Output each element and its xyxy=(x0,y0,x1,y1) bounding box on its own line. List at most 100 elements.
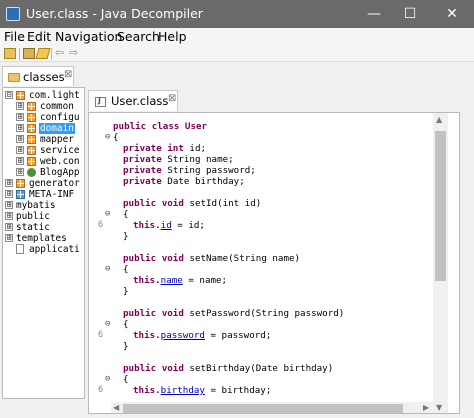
tree-item-label: domain xyxy=(39,123,75,134)
line-number: 6 xyxy=(98,220,104,230)
tab-user-class[interactable]: User.class ⊠ xyxy=(88,90,178,111)
tree-item-mapper[interactable]: ⊞ mapper xyxy=(3,134,84,145)
tree-item-label: META-INF xyxy=(29,189,75,200)
code-editor[interactable]: public class User ⊖ { private int id; pr… xyxy=(88,112,460,414)
tree-item-blogapp[interactable]: ⊞ BlogApp xyxy=(3,167,84,178)
scroll-down-icon[interactable]: ▼ xyxy=(436,403,442,412)
code-text: setName(String name) xyxy=(189,253,301,264)
fold-icon[interactable]: ⊖ xyxy=(105,133,112,142)
tree-item-common[interactable]: ⊞ common xyxy=(3,101,84,112)
code-line: this.birthday = birthday; xyxy=(133,385,271,397)
tab-classes[interactable]: classes ⊠ xyxy=(2,66,74,86)
fold-icon[interactable]: ⊖ xyxy=(105,320,112,329)
close-tab-icon[interactable]: ⊠ xyxy=(168,93,176,104)
tree-item-generator[interactable]: ⊞ generator xyxy=(3,178,84,189)
code-text: = password; xyxy=(204,330,272,341)
toolbar-separator xyxy=(19,48,20,60)
expand-icon[interactable]: ⊞ xyxy=(5,223,13,231)
tree-item-meta-inf[interactable]: ⊞ META-INF xyxy=(3,189,84,200)
expand-icon[interactable]: ⊞ xyxy=(16,168,24,176)
code-keyword: public void xyxy=(123,363,184,374)
forward-icon[interactable]: ⇨ xyxy=(69,47,81,59)
tree-item-domain[interactable]: ⊞ domain xyxy=(3,123,84,134)
open-type-icon[interactable] xyxy=(23,48,35,59)
package-icon xyxy=(16,91,25,100)
code-field: name xyxy=(160,275,183,286)
code-text: = birthday; xyxy=(204,385,272,396)
expand-icon[interactable]: ⊞ xyxy=(16,124,24,132)
tree-item-public[interactable]: ⊞ public xyxy=(3,211,84,222)
code-keyword: public void xyxy=(123,253,184,264)
code-text: String password; xyxy=(167,165,256,176)
menu-search[interactable]: Search xyxy=(117,29,160,44)
expand-icon[interactable]: ⊞ xyxy=(5,179,13,187)
code-field: id xyxy=(160,220,172,231)
package-icon xyxy=(27,135,36,144)
code-line: public void setId(int id) xyxy=(123,198,261,210)
collapse-icon[interactable]: ⊟ xyxy=(5,91,13,99)
expand-icon[interactable]: ⊞ xyxy=(16,135,24,143)
tree-item-web-con[interactable]: ⊞ web.con xyxy=(3,156,84,167)
tree-item-com-light[interactable]: ⊟ com.light xyxy=(3,90,84,101)
tree-item-label: generator xyxy=(29,178,80,189)
expand-icon[interactable]: ⊞ xyxy=(5,190,13,198)
folder-icon xyxy=(8,73,20,82)
scroll-up-icon[interactable]: ▲ xyxy=(436,115,442,124)
package-icon xyxy=(27,146,36,155)
fold-icon[interactable]: ⊖ xyxy=(105,210,112,219)
tree-item-configu[interactable]: ⊞ configu xyxy=(3,112,84,123)
expand-icon[interactable]: ⊞ xyxy=(16,102,24,110)
edit-icon[interactable] xyxy=(35,48,51,59)
code-line: } xyxy=(123,231,129,242)
close-tab-icon[interactable]: ⊠ xyxy=(64,69,72,80)
code-keyword: this. xyxy=(133,330,161,341)
editor-vertical-scrollbar[interactable]: ▲ ▼ xyxy=(433,113,448,413)
menu-navigation[interactable]: Navigation xyxy=(55,29,122,44)
tree-item-label: common xyxy=(40,101,74,112)
scrollbar-thumb[interactable] xyxy=(123,404,403,413)
class-file-icon xyxy=(27,168,36,177)
code-keyword: public void xyxy=(123,308,184,319)
menu-help[interactable]: Help xyxy=(158,29,187,44)
tree-item-application[interactable]: applicati xyxy=(3,244,84,255)
tab-classes-label: classes xyxy=(23,70,65,84)
scroll-right-icon[interactable]: ▶ xyxy=(423,403,429,412)
maximize-button[interactable]: ☐ xyxy=(390,0,430,28)
line-number: 6 xyxy=(98,330,104,340)
code-text: Date birthday; xyxy=(167,176,245,187)
expand-icon[interactable]: ⊞ xyxy=(5,212,13,220)
tree-item-label: applicati xyxy=(29,244,80,255)
tree-item-static[interactable]: ⊞ static xyxy=(3,222,84,233)
code-keyword: this. xyxy=(133,385,161,396)
tree-item-templates[interactable]: ⊞ templates xyxy=(3,233,84,244)
code-line: public class User xyxy=(113,121,207,133)
package-icon xyxy=(27,102,36,111)
tree-item-label: configu xyxy=(40,112,80,123)
tree-item-label: mapper xyxy=(40,134,74,145)
editor-horizontal-scrollbar[interactable]: ◀ ▶ xyxy=(111,402,433,413)
minimize-button[interactable]: — xyxy=(354,0,394,28)
scroll-left-icon[interactable]: ◀ xyxy=(113,403,119,412)
scrollbar-thumb[interactable] xyxy=(435,131,446,281)
file-icon xyxy=(16,244,24,254)
java-decompiler-icon xyxy=(6,7,20,21)
expand-icon[interactable]: ⊞ xyxy=(16,113,24,121)
expand-icon[interactable]: ⊞ xyxy=(5,201,13,209)
back-icon[interactable]: ⇦ xyxy=(55,47,67,59)
code-line: { xyxy=(123,209,129,220)
fold-icon[interactable]: ⊖ xyxy=(105,265,112,274)
code-line: public void setBirthday(Date birthday) xyxy=(123,363,333,375)
fold-icon[interactable]: ⊖ xyxy=(105,375,112,384)
menu-edit[interactable]: Edit xyxy=(27,29,51,44)
expand-icon[interactable]: ⊞ xyxy=(16,157,24,165)
code-line: private Date birthday; xyxy=(123,176,245,188)
tree-item-label: templates xyxy=(16,233,67,244)
menu-file[interactable]: File xyxy=(4,29,25,44)
tree-item-service[interactable]: ⊞ service xyxy=(3,145,84,156)
code-line: { xyxy=(123,319,129,330)
expand-icon[interactable]: ⊞ xyxy=(5,234,13,242)
expand-icon[interactable]: ⊞ xyxy=(16,146,24,154)
tree-item-mybatis[interactable]: ⊞ mybatis xyxy=(3,200,84,211)
close-button[interactable]: ✕ xyxy=(432,0,472,28)
open-file-icon[interactable] xyxy=(4,48,16,59)
